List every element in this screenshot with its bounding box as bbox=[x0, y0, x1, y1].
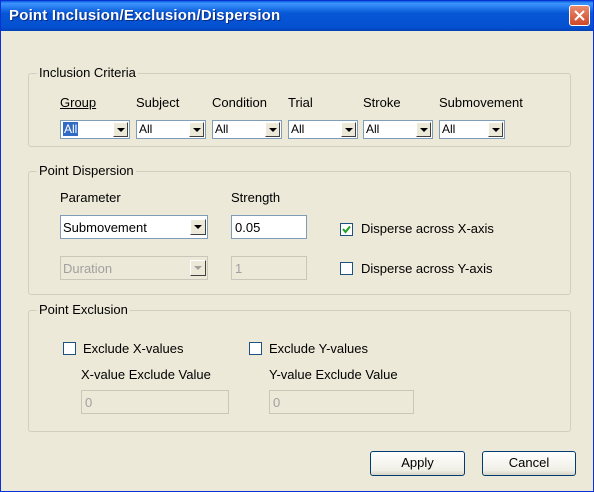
submovement-label: Submovement bbox=[439, 95, 523, 110]
trial-select[interactable]: All bbox=[288, 120, 358, 139]
exclude-y-label: Exclude Y-values bbox=[269, 341, 369, 356]
exclude-y-checkbox[interactable] bbox=[249, 342, 262, 355]
dialog-window: Point Inclusion/Exclusion/Dispersion Inc… bbox=[0, 0, 594, 492]
cancel-button[interactable]: Cancel bbox=[482, 451, 576, 476]
chevron-down-icon[interactable] bbox=[416, 122, 431, 137]
chevron-down-icon[interactable] bbox=[113, 122, 128, 137]
exclude-x-checkbox[interactable] bbox=[63, 342, 76, 355]
stroke-label: Stroke bbox=[363, 95, 401, 110]
secondary-parameter-value: Duration bbox=[63, 261, 113, 276]
close-icon bbox=[574, 10, 585, 21]
group-label: Group bbox=[60, 95, 97, 110]
x-value-exclude-value: 0 bbox=[85, 395, 93, 410]
condition-select-value: All bbox=[215, 122, 229, 136]
secondary-strength-value: 1 bbox=[235, 261, 243, 276]
condition-select[interactable]: All bbox=[212, 120, 282, 139]
title-bar[interactable]: Point Inclusion/Exclusion/Dispersion bbox=[1, 1, 593, 31]
checkmark-icon bbox=[342, 225, 351, 234]
x-value-exclude-label: X-value Exclude Value bbox=[81, 367, 211, 382]
parameter-select[interactable]: Submovement bbox=[60, 215, 208, 239]
group-select[interactable]: All bbox=[60, 120, 130, 139]
submovement-select[interactable]: All bbox=[439, 120, 505, 139]
secondary-strength-input[interactable]: 1 bbox=[231, 256, 307, 280]
strength-label: Strength bbox=[231, 190, 281, 205]
point-dispersion-legend: Point Dispersion bbox=[37, 163, 136, 178]
apply-button[interactable]: Apply bbox=[370, 451, 465, 476]
inclusion-criteria-legend: Inclusion Criteria bbox=[37, 65, 138, 80]
disperse-y-label: Disperse across Y-axis bbox=[361, 261, 493, 276]
y-value-exclude-label: Y-value Exclude Value bbox=[269, 367, 398, 382]
group-select-value: All bbox=[63, 122, 79, 136]
chevron-down-icon[interactable] bbox=[189, 122, 204, 137]
close-button[interactable] bbox=[569, 5, 590, 26]
stroke-select-value: All bbox=[366, 122, 380, 136]
point-exclusion-legend: Point Exclusion bbox=[37, 302, 130, 317]
parameter-select-value: Submovement bbox=[63, 220, 147, 235]
window-title: Point Inclusion/Exclusion/Dispersion bbox=[9, 7, 281, 24]
trial-label: Trial bbox=[288, 95, 313, 110]
trial-select-value: All bbox=[291, 122, 305, 136]
chevron-down-icon[interactable] bbox=[488, 122, 503, 137]
disperse-x-checkbox[interactable] bbox=[340, 223, 353, 236]
y-value-exclude-input[interactable]: 0 bbox=[269, 390, 414, 414]
parameter-label: Parameter bbox=[60, 190, 121, 205]
condition-label: Condition bbox=[212, 95, 267, 110]
chevron-down-icon[interactable] bbox=[341, 122, 356, 137]
strength-input[interactable]: 0.05 bbox=[231, 215, 307, 239]
disperse-x-label: Disperse across X-axis bbox=[361, 221, 494, 236]
submovement-select-value: All bbox=[442, 122, 456, 136]
subject-select[interactable]: All bbox=[136, 120, 206, 139]
disperse-y-checkbox[interactable] bbox=[340, 262, 353, 275]
chevron-down-icon[interactable] bbox=[190, 219, 206, 235]
strength-input-value: 0.05 bbox=[235, 220, 261, 235]
y-value-exclude-value: 0 bbox=[273, 395, 281, 410]
chevron-down-icon[interactable] bbox=[265, 122, 280, 137]
x-value-exclude-input[interactable]: 0 bbox=[81, 390, 229, 414]
subject-label: Subject bbox=[136, 95, 180, 110]
chevron-down-icon[interactable] bbox=[190, 260, 206, 276]
subject-select-value: All bbox=[139, 122, 153, 136]
secondary-parameter-select[interactable]: Duration bbox=[60, 256, 208, 280]
exclude-x-label: Exclude X-values bbox=[83, 341, 184, 356]
stroke-select[interactable]: All bbox=[363, 120, 433, 139]
